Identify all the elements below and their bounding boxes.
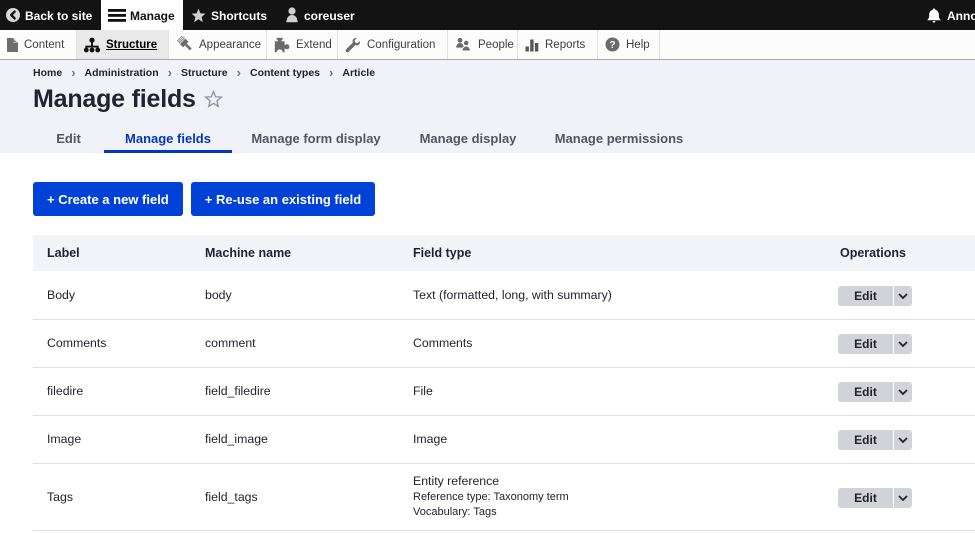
- svg-text:?: ?: [609, 39, 615, 51]
